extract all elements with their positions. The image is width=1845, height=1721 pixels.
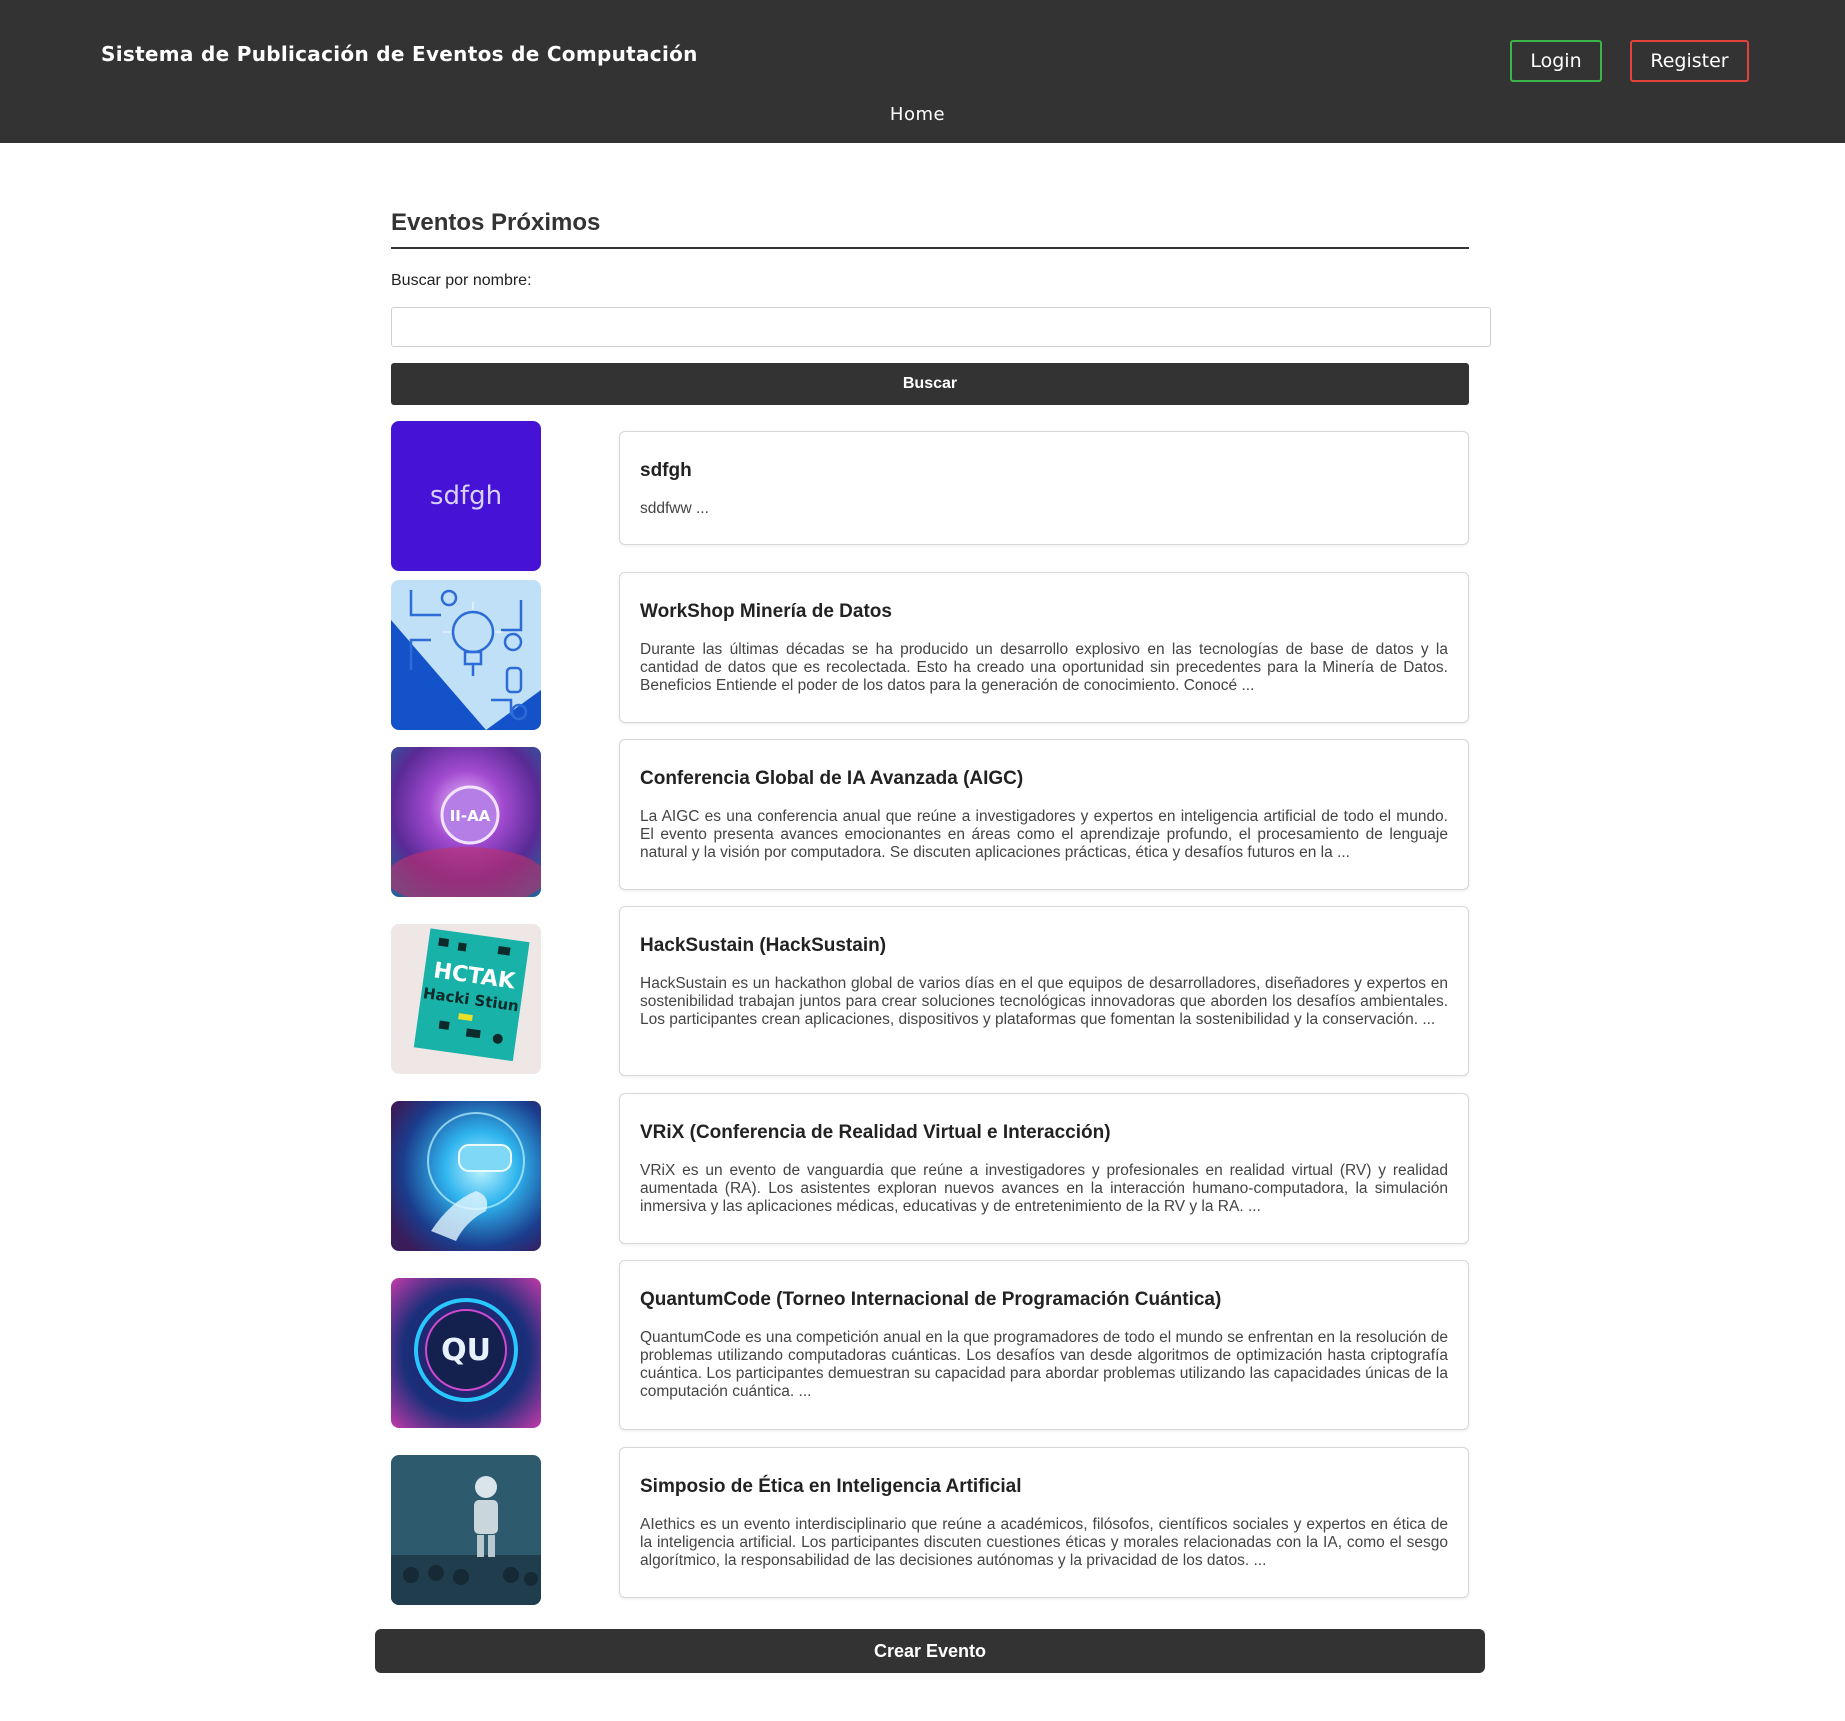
event-description: VRiX es un evento de vanguardia que reún… [640, 1162, 1448, 1215]
event-description: Durante las últimas décadas se ha produc… [640, 641, 1448, 694]
event-title[interactable]: sdfgh [640, 460, 1448, 482]
event-title[interactable]: VRiX (Conferencia de Realidad Virtual e … [640, 1122, 1448, 1144]
title-divider [391, 247, 1469, 249]
event-title[interactable]: Simposio de Ética en Inteligencia Artifi… [640, 1476, 1448, 1498]
search-button[interactable]: Buscar [391, 363, 1469, 405]
event-description: HackSustain es un hackathon global de va… [640, 975, 1448, 1028]
event-title[interactable]: Conferencia Global de IA Avanzada (AIGC) [640, 768, 1448, 790]
event-card[interactable]: HackSustain (HackSustain) HackSustain es… [619, 906, 1469, 1076]
nav-home-link[interactable]: Home [0, 104, 1835, 125]
create-event-button[interactable]: Crear Evento [375, 1629, 1485, 1673]
event-card[interactable]: VRiX (Conferencia de Realidad Virtual e … [619, 1093, 1469, 1244]
event-image-text: sdfgh [430, 481, 502, 511]
top-navbar: Sistema de Publicación de Eventos de Com… [0, 0, 1845, 143]
event-description: sddfww ... [640, 500, 709, 517]
event-card[interactable]: Simposio de Ética en Inteligencia Artifi… [619, 1447, 1469, 1598]
event-card[interactable]: WorkShop Minería de Datos Durante las úl… [619, 572, 1469, 723]
event-image[interactable]: HCTAK Hacki Stiun [391, 924, 541, 1074]
login-button[interactable]: Login [1510, 40, 1602, 82]
event-image[interactable]: sdfgh [391, 421, 541, 571]
register-button[interactable]: Register [1630, 40, 1749, 82]
site-title[interactable]: Sistema de Publicación de Eventos de Com… [101, 42, 698, 66]
event-image-text: II-AA [450, 807, 491, 825]
event-image[interactable] [391, 580, 541, 730]
event-image[interactable] [391, 1455, 541, 1605]
event-title[interactable]: WorkShop Minería de Datos [640, 601, 1448, 623]
event-card[interactable]: Conferencia Global de IA Avanzada (AIGC)… [619, 739, 1469, 890]
event-image-text: QU [441, 1333, 491, 1368]
event-image[interactable]: QU [391, 1278, 541, 1428]
event-description: QuantumCode es una competición anual en … [640, 1329, 1448, 1400]
event-card[interactable]: QuantumCode (Torneo Internacional de Pro… [619, 1260, 1469, 1430]
event-title[interactable]: HackSustain (HackSustain) [640, 935, 1448, 957]
event-description: AIethics es un evento interdisciplinario… [640, 1516, 1448, 1569]
event-title[interactable]: QuantumCode (Torneo Internacional de Pro… [640, 1289, 1448, 1311]
event-image[interactable]: II-AA [391, 747, 541, 897]
search-input[interactable] [391, 307, 1491, 347]
page-title: Eventos Próximos [391, 209, 601, 236]
event-description: La AIGC es una conferencia anual que reú… [640, 808, 1448, 861]
event-image[interactable] [391, 1101, 541, 1251]
search-label: Buscar por nombre: [391, 272, 532, 289]
event-card[interactable]: sdfgh sddfww ... [619, 431, 1469, 545]
